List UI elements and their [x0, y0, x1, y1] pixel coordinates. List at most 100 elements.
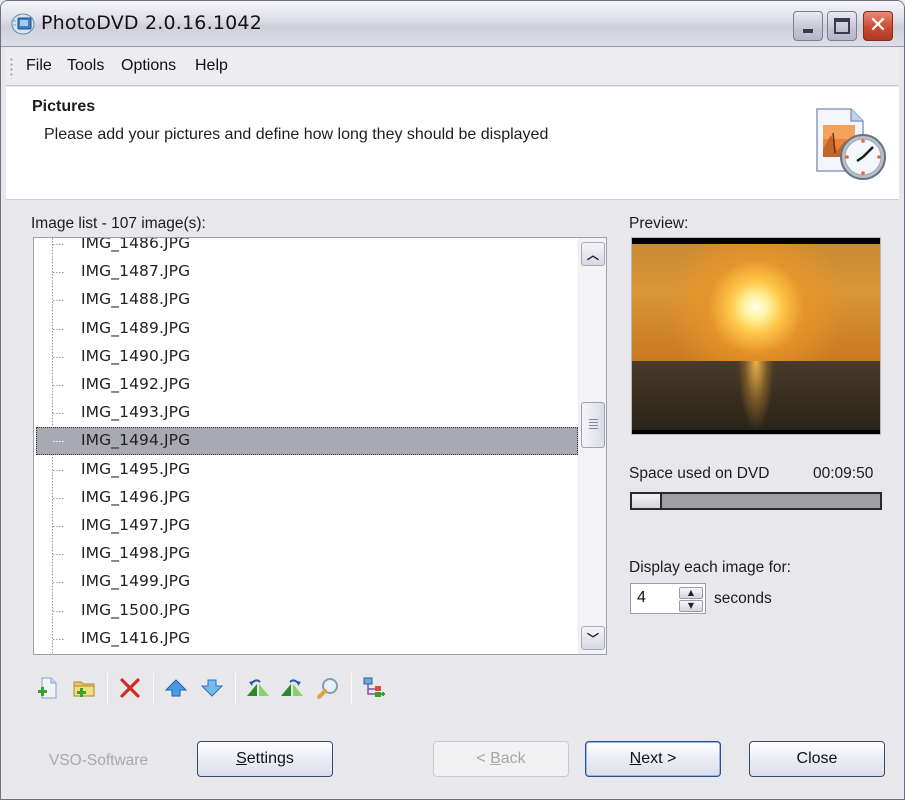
- image-file-name: IMG_1489.JPG: [81, 318, 191, 337]
- dvd-space-time: 00:09:50: [813, 465, 874, 482]
- tree-connector: [53, 469, 65, 471]
- close-icon: ✕: [868, 13, 888, 38]
- rotate-left-button[interactable]: [245, 675, 271, 701]
- image-list-item[interactable]: IMG_1490.JPG: [34, 343, 579, 371]
- image-list-item[interactable]: IMG_1495.JPG: [34, 456, 579, 484]
- image-file-name: IMG_1416.JPG: [81, 628, 191, 647]
- tree-connector: [53, 610, 65, 612]
- toolbar-grip[interactable]: [10, 57, 13, 79]
- image-file-name: IMG_1495.JPG: [81, 459, 191, 478]
- preview-image: [631, 237, 881, 435]
- image-file-name: IMG_1493.JPG: [81, 403, 191, 422]
- image-list-item[interactable]: IMG_1499.JPG: [34, 568, 579, 596]
- tree-connector: [53, 356, 65, 358]
- image-list-item[interactable]: IMG_1492.JPG: [34, 371, 579, 399]
- image-file-name: IMG_1488.JPG: [81, 290, 191, 309]
- image-file-name: IMG_1500.JPG: [81, 600, 191, 619]
- brand-label: VSO-Software: [49, 752, 149, 769]
- maximize-icon: [834, 18, 850, 34]
- scroll-up-button[interactable]: ︿: [581, 242, 605, 266]
- duration-decrement-button[interactable]: ▼: [679, 600, 703, 612]
- arrange-button[interactable]: [361, 675, 387, 701]
- image-file-name: IMG_1486.JPG: [81, 237, 191, 252]
- window-title: PhotoDVD 2.0.16.1042: [41, 12, 262, 34]
- image-list-scrollbar[interactable]: ︿ ﹀: [578, 238, 606, 654]
- button-label-rest: ack: [500, 750, 526, 767]
- image-file-name: IMG_1494.JPG: [81, 431, 191, 450]
- image-list-item[interactable]: IMG_1494.JPG: [36, 427, 578, 456]
- display-duration-input[interactable]: [637, 589, 677, 607]
- image-list-item[interactable]: IMG_1498.JPG: [34, 540, 579, 568]
- image-list-item[interactable]: IMG_1487.JPG: [34, 258, 579, 286]
- image-list-item[interactable]: IMG_1486.JPG: [34, 237, 579, 258]
- maximize-button[interactable]: [827, 11, 857, 41]
- dvd-space-label: Space used on DVD: [629, 465, 770, 482]
- add-folder-button[interactable]: [71, 675, 97, 701]
- image-list-item[interactable]: IMG_1500.JPG: [34, 597, 579, 625]
- back-button[interactable]: < Back: [433, 741, 569, 777]
- menu-bar: File Tools Options Help: [6, 48, 899, 86]
- dvd-space-progress: [630, 492, 882, 510]
- chevron-up-icon: ︿: [586, 247, 599, 262]
- image-file-name: IMG_1496.JPG: [81, 487, 191, 506]
- toolbar-separator: [153, 673, 154, 705]
- rotate-left-icon: [247, 679, 269, 696]
- image-list-item[interactable]: IMG_1488.JPG: [34, 286, 579, 314]
- image-toolbar: [35, 669, 395, 709]
- duration-increment-button[interactable]: ▲: [679, 587, 703, 599]
- tree-connector: [53, 244, 65, 245]
- menu-options[interactable]: Options: [121, 57, 176, 75]
- grip-icon: [589, 419, 598, 432]
- menu-tools[interactable]: Tools: [67, 57, 104, 75]
- tree-connector: [53, 328, 65, 330]
- menu-help[interactable]: Help: [195, 57, 228, 75]
- add-file-icon: [38, 677, 57, 699]
- title-bar[interactable]: PhotoDVD 2.0.16.1042 ✕: [1, 1, 904, 47]
- display-duration-label: Display each image for:: [629, 559, 791, 576]
- image-list-item[interactable]: IMG_1496.JPG: [34, 484, 579, 512]
- menu-file[interactable]: File: [26, 57, 52, 75]
- image-list-item[interactable]: IMG_1497.JPG: [34, 512, 579, 540]
- move-up-button[interactable]: [163, 675, 189, 701]
- delete-icon: [120, 678, 140, 698]
- image-list-item[interactable]: IMG_1489.JPG: [34, 315, 579, 343]
- app-window: PhotoDVD 2.0.16.1042 ✕ File Tools Option…: [0, 0, 905, 800]
- image-file-name: IMG_1490.JPG: [81, 346, 191, 365]
- delete-button[interactable]: [117, 675, 143, 701]
- arrow-down-icon: [200, 679, 224, 697]
- next-button[interactable]: Next >: [585, 741, 721, 777]
- settings-button[interactable]: Settings: [197, 741, 333, 777]
- tree-connector: [53, 441, 65, 443]
- move-down-button[interactable]: [199, 675, 225, 701]
- toolbar-separator: [107, 673, 108, 705]
- accelerator-key: N: [629, 750, 642, 767]
- chevron-up-icon: ▲: [687, 588, 695, 597]
- button-label-rest: ettings: [246, 750, 294, 767]
- tree-connector: [53, 385, 65, 386]
- accelerator-key: S: [236, 750, 247, 767]
- tree-connector: [53, 582, 65, 584]
- tree-connector: [53, 554, 65, 556]
- tree-connector: [53, 272, 65, 274]
- pictures-clock-icon: [816, 108, 886, 180]
- add-file-button[interactable]: [35, 675, 61, 701]
- zoom-button[interactable]: [315, 675, 341, 701]
- preview-label: Preview:: [629, 215, 689, 232]
- seconds-label: seconds: [714, 590, 772, 607]
- scroll-down-button[interactable]: ﹀: [581, 626, 605, 650]
- close-window-button[interactable]: ✕: [863, 11, 893, 41]
- rotate-right-button[interactable]: [279, 675, 305, 701]
- image-list-item[interactable]: IMG_1493.JPG: [34, 399, 579, 427]
- rotate-right-icon: [281, 679, 303, 696]
- image-list-label: Image list - 107 image(s):: [31, 215, 206, 232]
- minimize-button[interactable]: [793, 11, 823, 41]
- minimize-icon: [803, 29, 813, 33]
- display-duration-stepper: ▲ ▼: [630, 583, 706, 614]
- page-description: Please add your pictures and define how …: [44, 126, 549, 143]
- image-file-name: IMG_1497.JPG: [81, 516, 191, 534]
- image-file-name: IMG_1487.JPG: [81, 262, 191, 281]
- image-list-item[interactable]: IMG_1416.JPG: [34, 625, 579, 653]
- image-list[interactable]: IMG_1486.JPG IMG_1487.JPG IMG_1488.JPG IMG_…: [33, 237, 607, 655]
- scrollbar-thumb[interactable]: [581, 402, 605, 449]
- close-button[interactable]: Close: [749, 741, 885, 777]
